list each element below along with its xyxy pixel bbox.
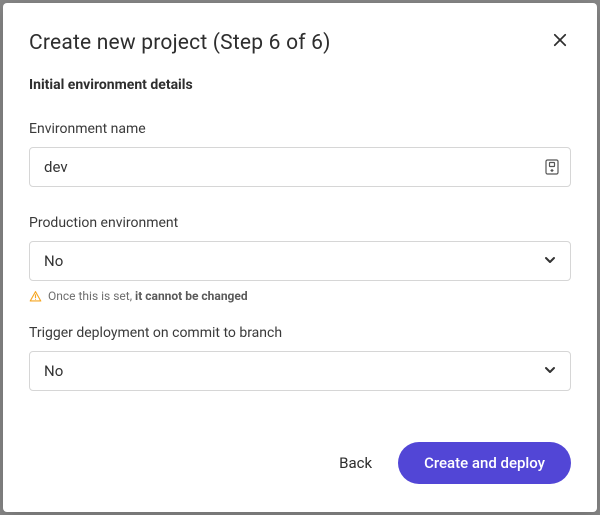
warning-text-emph: it cannot be changed (135, 289, 248, 303)
save-contact-icon[interactable] (545, 159, 559, 175)
warning-text-prefix: Once this is set, (48, 289, 132, 303)
production-select[interactable]: No (29, 241, 571, 281)
create-deploy-button[interactable]: Create and deploy (398, 442, 571, 484)
section-title: Initial environment details (29, 77, 571, 93)
trigger-select[interactable]: No (29, 351, 571, 391)
form-group-production: Production environment No Once this is (29, 215, 571, 303)
env-name-input-wrapper (29, 147, 571, 187)
form-group-env-name: Environment name (29, 121, 571, 187)
production-select-value: No (44, 252, 63, 270)
chevron-down-icon (544, 252, 556, 270)
modal-header: Create new project (Step 6 of 6) (29, 31, 571, 55)
production-select-wrapper: No (29, 241, 571, 281)
close-button[interactable] (549, 29, 571, 54)
close-icon (551, 31, 569, 52)
modal-footer: Back Create and deploy (29, 422, 571, 484)
create-project-modal: Create new project (Step 6 of 6) Initial… (3, 3, 597, 512)
env-name-label: Environment name (29, 121, 571, 137)
env-name-input[interactable] (29, 147, 571, 187)
modal-title: Create new project (Step 6 of 6) (29, 31, 331, 55)
back-button[interactable]: Back (335, 444, 376, 482)
warning-icon (29, 290, 42, 303)
trigger-label: Trigger deployment on commit to branch (29, 325, 571, 341)
production-warning: Once this is set, it cannot be changed (29, 289, 571, 303)
trigger-select-value: No (44, 362, 63, 380)
form-group-trigger: Trigger deployment on commit to branch N… (29, 325, 571, 391)
production-label: Production environment (29, 215, 571, 231)
chevron-down-icon (544, 362, 556, 380)
trigger-select-wrapper: No (29, 351, 571, 391)
